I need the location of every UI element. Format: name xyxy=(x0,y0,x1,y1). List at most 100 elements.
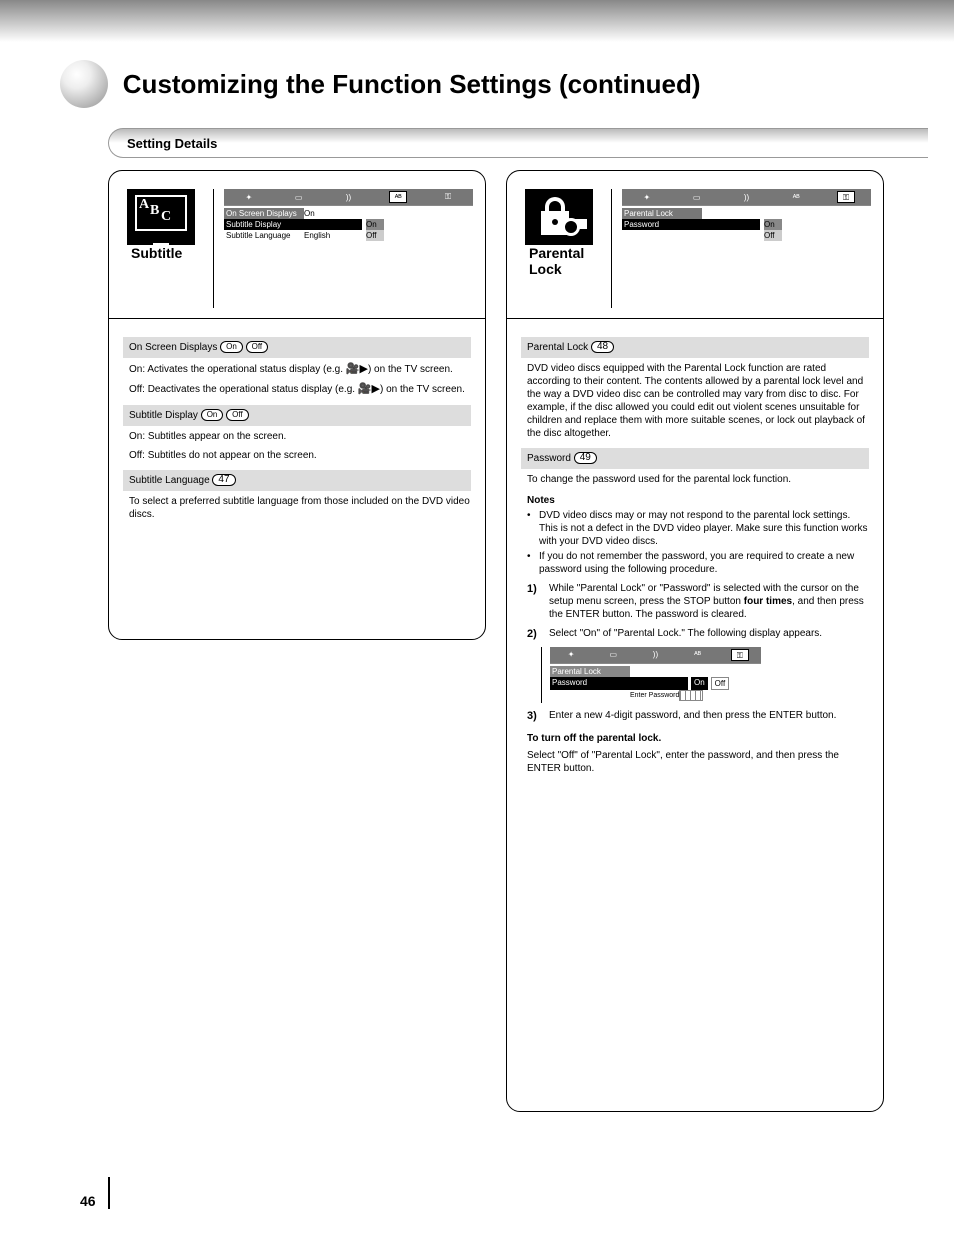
subheading: To turn off the parental lock. xyxy=(527,732,869,745)
osd-cell: Subtitle Language xyxy=(224,230,304,241)
osd-cell: English xyxy=(304,230,362,241)
parental-panel-body: Parental Lock 48 DVD video discs equippe… xyxy=(507,319,883,791)
step-text: Select "On" of "Parental Lock." The foll… xyxy=(549,627,869,641)
osd-cell: Parental Lock xyxy=(550,666,630,677)
page-rule xyxy=(108,1177,110,1209)
tab-lock-icon: ⚿ xyxy=(837,191,855,203)
tab-subtitle-icon: ᴬᴮ xyxy=(689,650,707,660)
heading-text: Parental Lock xyxy=(527,342,591,353)
page-number: 46 xyxy=(80,1193,96,1209)
tab-picture-icon: ▭ xyxy=(290,193,308,202)
body-text: Select "Off" of "Parental Lock", enter t… xyxy=(527,749,869,775)
page-ref-pill: 48 xyxy=(591,341,614,353)
parental-lock-icon xyxy=(525,189,593,245)
osd-row: On Screen Displays On xyxy=(224,208,473,219)
osd-row: Parental Lock xyxy=(622,208,871,219)
step-text: While "Parental Lock" or "Password" is s… xyxy=(549,582,869,621)
section-bullet-icon xyxy=(60,60,108,108)
section-heading: Subtitle Display On Off xyxy=(123,405,471,426)
tab-lang-icon: ✦ xyxy=(562,650,580,660)
osd-row: Enter Password xyxy=(550,690,761,701)
osd-tab-bar: ✦ ▭ )) ᴬᴮ ⚿ xyxy=(550,647,761,663)
osd-cell xyxy=(702,219,760,230)
parental-osd: ✦ ▭ )) ᴬᴮ ⚿ Parental Lock Password On xyxy=(611,189,871,308)
option-pill: On xyxy=(201,409,224,421)
page-title: Customizing the Function Settings (conti… xyxy=(123,69,701,100)
tab-picture-icon: ▭ xyxy=(688,193,706,202)
heading-text: On Screen Displays xyxy=(129,342,220,353)
step-item: 2) Select "On" of "Parental Lock." The f… xyxy=(527,627,869,641)
header: Customizing the Function Settings (conti… xyxy=(0,42,954,108)
tab-audio-icon: )) xyxy=(737,193,755,202)
osd-option: On xyxy=(691,677,708,690)
osd-row: Parental Lock xyxy=(550,666,761,677)
body-text: To select a preferred subtitle language … xyxy=(129,495,471,521)
option-pill: Off xyxy=(226,409,249,421)
content-columns: A B C Subtitle ✦ ▭ )) ᴬᴮ ⚿ On Screen D xyxy=(0,158,954,1112)
note-text: If you do not remember the password, you… xyxy=(539,550,869,576)
tab-lang-icon: ✦ xyxy=(240,193,258,202)
section-heading: On Screen Displays On Off xyxy=(123,337,471,358)
subtitle-title: Subtitle xyxy=(131,245,213,261)
osd-cell: Subtitle Display xyxy=(224,219,304,230)
heading-text: Subtitle Language xyxy=(129,475,212,486)
step-number: 2) xyxy=(527,627,549,641)
osd-option: Off xyxy=(711,677,730,690)
osd-option: Off xyxy=(366,230,384,241)
step-number: 3) xyxy=(527,709,549,723)
note-item: • DVD video discs may or may not respond… xyxy=(527,509,869,548)
option-pill: Off xyxy=(246,341,269,353)
tab-audio-icon: )) xyxy=(339,193,357,202)
subtitle-abc-icon: A B C xyxy=(127,189,195,245)
osd-row: Subtitle Language English Off xyxy=(224,230,473,241)
enter-password-label: Enter Password xyxy=(630,690,679,701)
osd-cell: On xyxy=(304,208,362,219)
subtitle-panel-head: A B C Subtitle ✦ ▭ )) ᴬᴮ ⚿ On Screen D xyxy=(109,171,485,319)
body-text: To change the password used for the pare… xyxy=(527,473,869,486)
password-entry-icon xyxy=(679,690,703,701)
osd-option: Off xyxy=(764,230,782,241)
note-item: • If you do not remember the password, y… xyxy=(527,550,869,576)
tab-lang-icon: ✦ xyxy=(638,193,656,202)
osd-cell: Password xyxy=(550,677,630,690)
tab-picture-icon: ▭ xyxy=(604,650,622,660)
notes-heading: Notes xyxy=(527,494,869,507)
osd-option: On xyxy=(764,219,782,230)
top-gradient xyxy=(0,0,954,42)
osd-cell xyxy=(702,208,760,219)
step-item: 3) Enter a new 4-digit password, and the… xyxy=(527,709,869,723)
setting-details-heading: Setting Details xyxy=(108,128,928,158)
osd-cell xyxy=(630,666,688,677)
osd-cell xyxy=(630,677,688,690)
osd-row: Off xyxy=(622,230,871,241)
page-ref-pill: 49 xyxy=(574,452,597,464)
parental-osd-inline: ✦ ▭ )) ᴬᴮ ⚿ Parental Lock Password xyxy=(541,647,761,703)
osd-cell: Parental Lock xyxy=(622,208,702,219)
section-heading: Password 49 xyxy=(521,448,869,469)
osd-row: Password On xyxy=(622,219,871,230)
osd-cell: On Screen Displays xyxy=(224,208,304,219)
parental-title: Parental Lock xyxy=(529,245,611,277)
osd-tab-bar: ✦ ▭ )) ᴬᴮ ⚿ xyxy=(224,189,473,205)
tab-subtitle-icon: ᴬᴮ xyxy=(787,193,805,202)
camera-icon: 🎥▶ xyxy=(346,363,368,375)
camera-icon: 🎥▶ xyxy=(358,383,380,395)
osd-cell: Password xyxy=(622,219,702,230)
tab-lock-icon: ⚿ xyxy=(439,192,457,202)
section-heading: Subtitle Language 47 xyxy=(123,470,471,491)
osd-cell xyxy=(622,230,702,241)
tab-lock-icon: ⚿ xyxy=(731,649,749,661)
osd-cell xyxy=(304,219,362,230)
parental-panel-head: Parental Lock ✦ ▭ )) ᴬᴮ ⚿ Parental Lock xyxy=(507,171,883,319)
parental-panel: Parental Lock ✦ ▭ )) ᴬᴮ ⚿ Parental Lock xyxy=(506,170,884,1112)
note-text: DVD video discs may or may not respond t… xyxy=(539,509,869,548)
step-number: 1) xyxy=(527,582,549,621)
subtitle-panel-body: On Screen Displays On Off On: Activates … xyxy=(109,319,485,537)
step-text: Enter a new 4-digit password, and then p… xyxy=(549,709,869,723)
body-text: DVD video discs equipped with the Parent… xyxy=(527,362,869,440)
body-text: Off: Subtitles do not appear on the scre… xyxy=(129,449,471,462)
osd-tab-bar: ✦ ▭ )) ᴬᴮ ⚿ xyxy=(622,189,871,205)
osd-row: Password On Off xyxy=(550,677,761,690)
page-ref-pill: 47 xyxy=(212,474,235,486)
body-text: On: Activates the operational status dis… xyxy=(129,362,471,376)
